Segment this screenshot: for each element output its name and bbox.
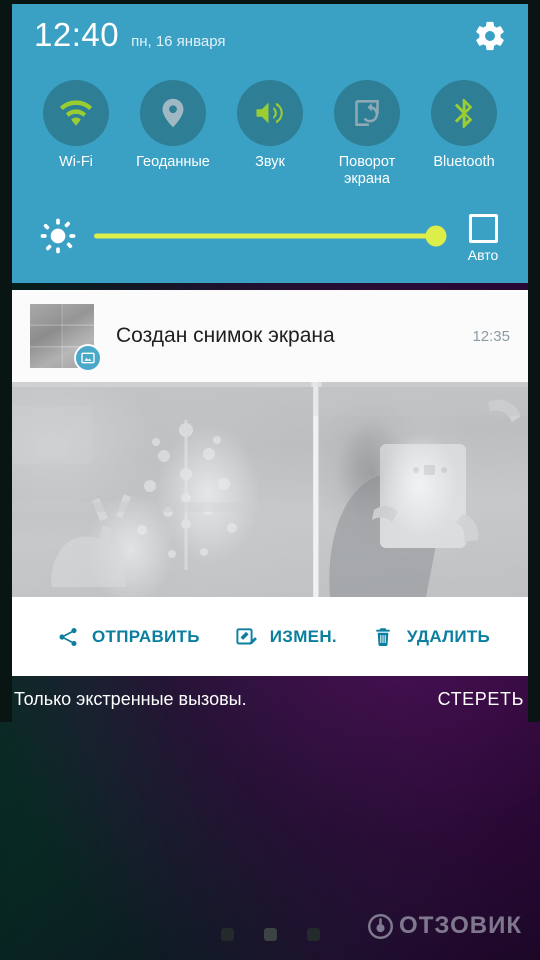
- toggle-sound-label: Звук: [255, 154, 285, 170]
- brightness-slider[interactable]: [94, 224, 447, 248]
- edit-button[interactable]: ИЗМЕН.: [234, 625, 337, 649]
- notification-preview-image[interactable]: [12, 382, 528, 597]
- edit-button-label: ИЗМЕН.: [269, 626, 337, 646]
- notification-header[interactable]: Создан снимок экрана 12:35: [12, 290, 528, 382]
- delete-button[interactable]: УДАЛИТЬ: [371, 625, 490, 649]
- page-dot-3[interactable]: [306, 928, 320, 941]
- quick-settings-toggles: Wi-Fi Геоданные Звук Поворот экрана Blue…: [12, 80, 528, 200]
- location-pin-icon: [162, 98, 184, 128]
- brightness-slider-knob[interactable]: [425, 225, 447, 247]
- toggle-rotation-circle: [334, 80, 400, 146]
- brightness-sun-icon: [40, 218, 76, 254]
- brightness-row: Авто: [12, 200, 528, 272]
- toggle-rotation-label: Поворот экрана: [338, 154, 396, 187]
- brightness-slider-fill: [94, 233, 436, 239]
- auto-brightness-checkbox[interactable]: [468, 213, 498, 243]
- notification-thumbnail-wrap: [30, 304, 102, 372]
- toggle-bluetooth-label: Bluetooth: [433, 154, 495, 170]
- clock-and-date[interactable]: 12:40 пн, 16 января: [34, 16, 226, 54]
- otzovik-watermark: ОТЗОВИК: [367, 912, 522, 940]
- notification-card[interactable]: Создан снимок экрана 12:35 ОТПРАВИТЬ ИЗМ…: [12, 290, 528, 676]
- auto-brightness-toggle[interactable]: Авто: [452, 213, 514, 263]
- preview-illustration: [12, 382, 528, 597]
- quick-settings-panel: 12:40 пн, 16 января Wi-Fi Геоданные Звук…: [12, 4, 528, 283]
- wifi-icon: [59, 100, 93, 126]
- toggle-bluetooth-circle: [431, 80, 497, 146]
- bluetooth-icon: [454, 98, 473, 128]
- share-button-label: ОТПРАВИТЬ: [92, 626, 200, 646]
- notification-app-badge: [74, 344, 102, 372]
- toggle-location-circle: [140, 80, 206, 146]
- toggle-wifi[interactable]: Wi-Fi: [28, 80, 124, 200]
- clear-all-button[interactable]: СТЕРЕТЬ: [438, 689, 524, 710]
- trash-icon-wrap: [371, 625, 395, 649]
- notification-action-row: ОТПРАВИТЬ ИЗМЕН. УДАЛИТЬ: [12, 597, 528, 676]
- toggle-wifi-circle: [43, 80, 109, 146]
- watermark-text: ОТЗОВИК: [399, 912, 522, 939]
- otzovik-circle-logo: [368, 913, 394, 939]
- share-icon-wrap: [56, 625, 80, 649]
- trash-icon: [376, 627, 390, 646]
- toggle-bluetooth[interactable]: Bluetooth: [416, 80, 512, 200]
- delete-button-label: УДАЛИТЬ: [406, 626, 491, 646]
- settings-button[interactable]: [472, 18, 508, 54]
- toggle-location[interactable]: Геоданные: [125, 80, 221, 200]
- screenshot-image-icon: [81, 352, 95, 364]
- carrier-status-text: Только экстренные вызовы.: [14, 688, 247, 709]
- toggle-sound[interactable]: Звук: [222, 80, 318, 200]
- auto-brightness-label: Авто: [467, 246, 499, 263]
- gear-icon: [476, 21, 504, 51]
- screen-rotation-icon: [355, 100, 379, 126]
- quick-settings-header: 12:40 пн, 16 января: [12, 4, 528, 80]
- brightness-sun-icon-wrap: [38, 216, 78, 256]
- notification-title: Создан снимок экрана: [116, 324, 335, 347]
- notification-shade-footer: Только экстренные вызовы. СТЕРЕТЬ: [0, 676, 540, 722]
- edit-icon-wrap: [234, 625, 258, 649]
- notification-time: 12:35: [472, 327, 510, 345]
- edit-icon: [236, 627, 257, 645]
- frame-left-edge: [0, 0, 12, 722]
- frame-right-edge: [528, 0, 540, 722]
- page-dot-1[interactable]: [220, 928, 234, 941]
- clock-time: 12:40: [34, 16, 120, 53]
- toggle-location-label: Геоданные: [136, 154, 210, 170]
- toggle-rotation[interactable]: Поворот экрана: [319, 80, 415, 200]
- toggle-wifi-label: Wi-Fi: [59, 154, 93, 170]
- share-icon: [59, 627, 77, 646]
- volume-speaker-icon: [256, 102, 283, 124]
- toggle-sound-circle: [237, 80, 303, 146]
- share-button[interactable]: ОТПРАВИТЬ: [56, 625, 200, 649]
- page-dot-2[interactable]: [263, 928, 277, 941]
- clock-date: пн, 16 января: [131, 33, 226, 50]
